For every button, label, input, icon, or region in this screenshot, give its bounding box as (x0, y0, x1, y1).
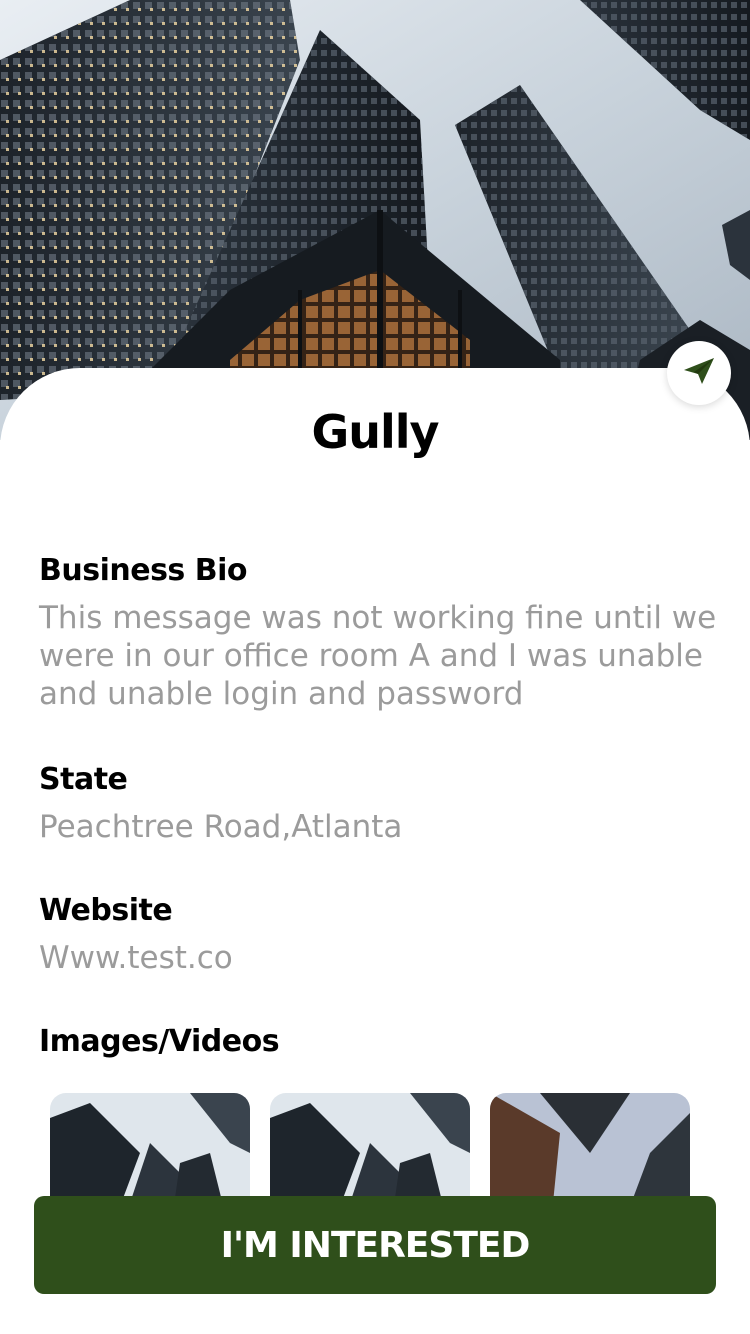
website-section: Website Www.test.co (39, 891, 729, 977)
bio-section: Business Bio This message was not workin… (39, 551, 729, 713)
business-name: Gully (311, 405, 439, 459)
send-icon (682, 356, 716, 390)
website-link[interactable]: Www.test.co (39, 939, 729, 977)
website-label: Website (39, 893, 173, 928)
media-section: Images/Videos (39, 1022, 729, 1062)
bio-label: Business Bio (39, 553, 247, 588)
state-label: State (39, 762, 128, 797)
state-value: Peachtree Road,Atlanta (39, 809, 403, 845)
state-section: State Peachtree Road,Atlanta (39, 760, 729, 846)
share-button[interactable] (667, 341, 731, 405)
business-detail-screen: Gully Business Bio This message was not … (0, 0, 750, 1334)
interested-button[interactable]: I'M INTERESTED (34, 1196, 716, 1294)
bio-value: This message was not working fine until … (39, 600, 717, 712)
media-label: Images/Videos (39, 1024, 280, 1059)
